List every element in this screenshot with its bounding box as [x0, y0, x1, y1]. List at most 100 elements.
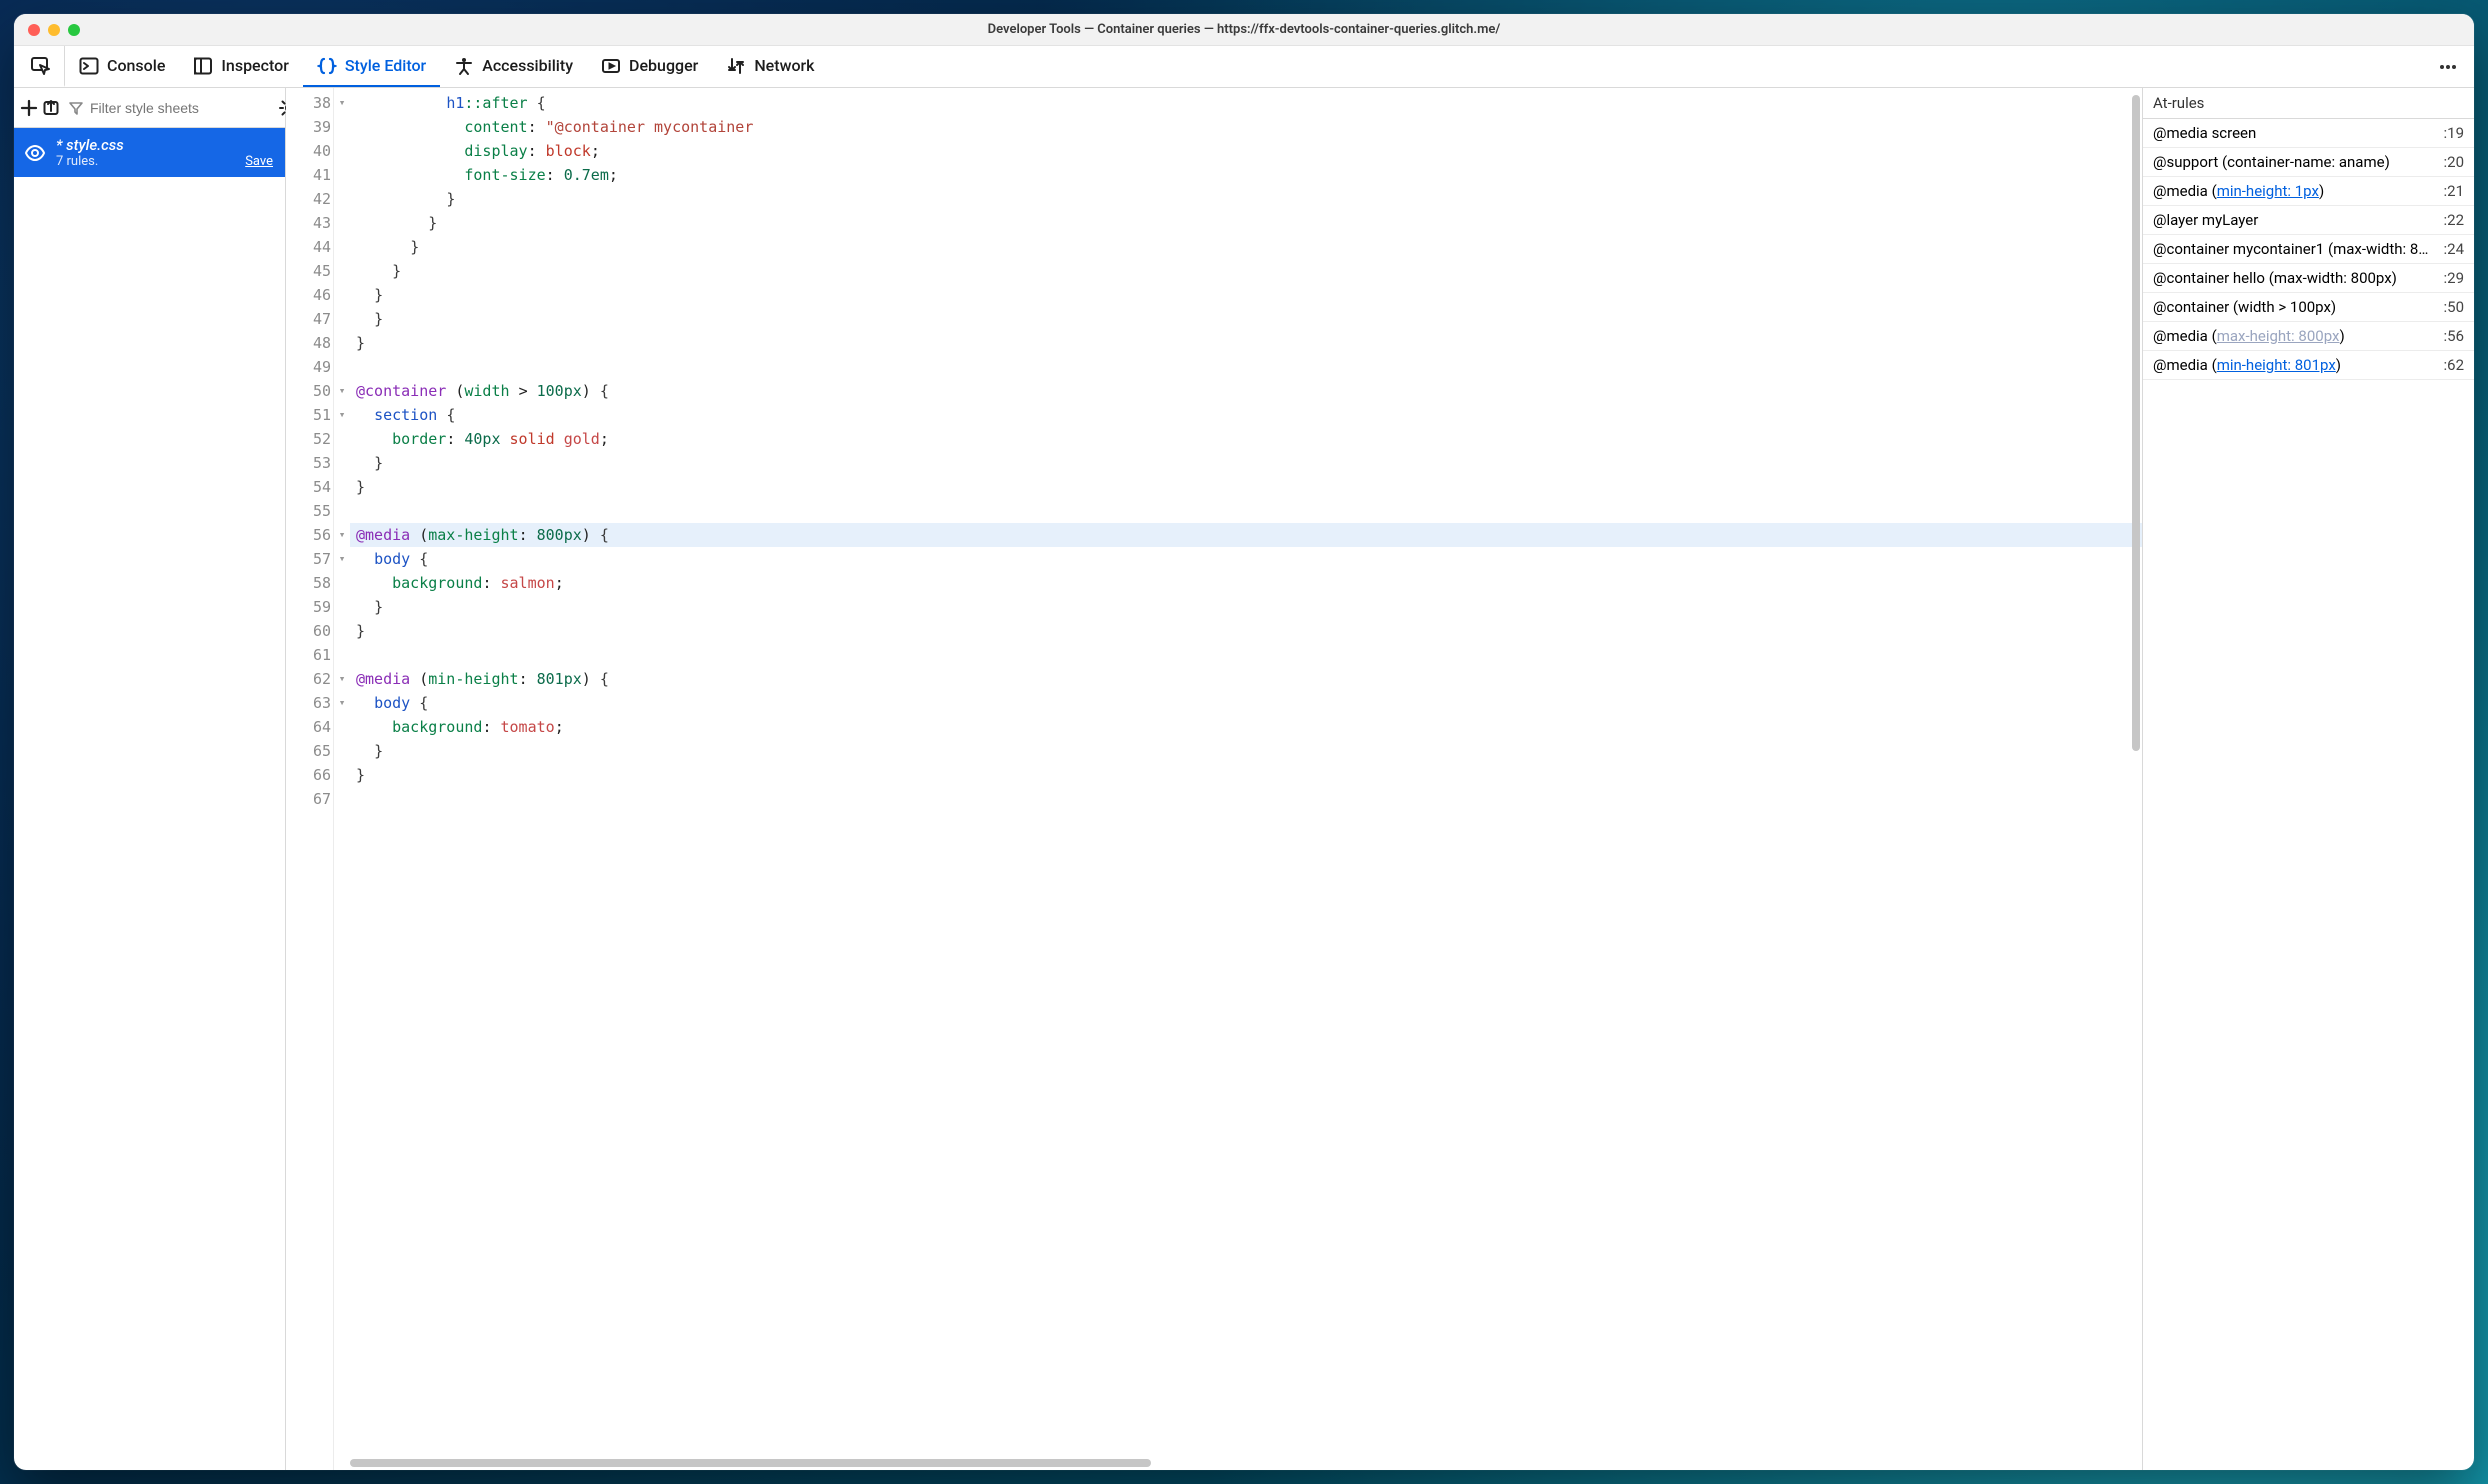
code-line[interactable]: body {	[356, 547, 2142, 571]
media-query-link[interactable]: min-height: 801px	[2217, 356, 2336, 374]
media-query-link[interactable]: max-height: 800px	[2217, 327, 2340, 345]
code-line[interactable]: display: block;	[356, 139, 2142, 163]
code-line[interactable]: background: tomato;	[356, 715, 2142, 739]
at-rule-row[interactable]: @media (min-height: 1px) :21	[2143, 177, 2474, 206]
filter-icon	[68, 100, 84, 116]
code-line[interactable]	[356, 787, 2142, 811]
code-line[interactable]: content: "@container mycontainer	[356, 115, 2142, 139]
at-rule-text: @support (container-name: aname)	[2153, 153, 2434, 171]
at-rule-line: :29	[2444, 269, 2465, 287]
code-line[interactable]: }	[356, 331, 2142, 355]
fold-gutter[interactable]: ▾▾▾▾▾▾▾	[334, 88, 350, 1470]
at-rule-text: @media (min-height: 1px)	[2153, 182, 2434, 200]
at-rule-text: @container hello (max-width: 800px)	[2153, 269, 2434, 287]
tab-label: Console	[107, 56, 165, 75]
save-link[interactable]: Save	[245, 154, 273, 169]
code-line[interactable]	[356, 355, 2142, 379]
network-icon	[726, 56, 746, 76]
code-line[interactable]: }	[356, 595, 2142, 619]
tab-style-editor[interactable]: Style Editor	[303, 46, 440, 87]
code-line[interactable]: background: salmon;	[356, 571, 2142, 595]
at-rule-text: @media (min-height: 801px)	[2153, 356, 2434, 374]
overflow-menu-button[interactable]	[2426, 46, 2470, 87]
at-rules-list: @media screen :19 @support (container-name…	[2143, 119, 2474, 1470]
stylesheets-sidebar: * style.css 7 rules. Save	[14, 88, 286, 1470]
code-line[interactable]: }	[356, 259, 2142, 283]
at-rule-line: :20	[2444, 153, 2465, 171]
code-line[interactable]	[356, 499, 2142, 523]
code-line[interactable]: font-size: 0.7em;	[356, 163, 2142, 187]
code-line[interactable]: }	[356, 307, 2142, 331]
code-line[interactable]: }	[356, 235, 2142, 259]
filter-input[interactable]	[90, 100, 271, 116]
at-rule-line: :62	[2444, 356, 2465, 374]
tab-label: Accessibility	[482, 56, 573, 75]
devtools-window: Developer Tools — Container queries — ht…	[14, 14, 2474, 1470]
media-query-link[interactable]: min-height: 1px	[2217, 182, 2319, 200]
stylesheet-rule-count: 7 rules.	[56, 154, 98, 169]
code-line[interactable]: section {	[356, 403, 2142, 427]
visibility-toggle[interactable]	[24, 142, 46, 164]
devtools-tabs: Console Inspector Style Editor	[14, 46, 2474, 88]
code-line[interactable]: }	[356, 283, 2142, 307]
import-stylesheet-button[interactable]	[42, 93, 60, 123]
tab-inspector[interactable]: Inspector	[179, 46, 302, 87]
code-line[interactable]: }	[356, 619, 2142, 643]
tab-accessibility[interactable]: Accessibility	[440, 46, 587, 87]
tab-label: Debugger	[629, 56, 698, 75]
node-picker-button[interactable]	[18, 46, 65, 87]
at-rule-line: :19	[2444, 124, 2465, 142]
code-content[interactable]: h1::after { content: "@container myconta…	[350, 88, 2142, 1470]
stylesheet-item[interactable]: * style.css 7 rules. Save	[14, 128, 285, 177]
code-line[interactable]: }	[356, 451, 2142, 475]
at-rule-row[interactable]: @media (max-height: 800px) :56	[2143, 322, 2474, 351]
plus-icon	[20, 99, 38, 117]
at-rule-row[interactable]: @layer myLayer:22	[2143, 206, 2474, 235]
at-rule-row[interactable]: @container hello (max-width: 800px) :29	[2143, 264, 2474, 293]
at-rule-row[interactable]: @container (width > 100px):50	[2143, 293, 2474, 322]
at-rule-row[interactable]: @support (container-name: aname) :20	[2143, 148, 2474, 177]
code-line[interactable]: }	[356, 187, 2142, 211]
editor-horizontal-scrollbar[interactable]	[350, 1458, 2130, 1468]
code-line[interactable]: }	[356, 211, 2142, 235]
tab-console[interactable]: Console	[65, 46, 179, 87]
code-line[interactable]	[356, 643, 2142, 667]
eye-icon	[24, 142, 46, 164]
code-line[interactable]: body {	[356, 691, 2142, 715]
tab-label: Network	[754, 56, 814, 75]
at-rules-title: At-rules	[2143, 88, 2474, 119]
at-rule-row[interactable]: @media screen :19	[2143, 119, 2474, 148]
at-rule-line: :56	[2444, 327, 2465, 345]
at-rule-text: @media (max-height: 800px)	[2153, 327, 2434, 345]
code-line[interactable]: @media (min-height: 801px) {	[356, 667, 2142, 691]
code-line[interactable]: @container (width > 100px) {	[356, 379, 2142, 403]
window-titlebar: Developer Tools — Container queries — ht…	[14, 14, 2474, 46]
pointer-icon	[30, 55, 52, 77]
code-line[interactable]: }	[356, 475, 2142, 499]
tab-debugger[interactable]: Debugger	[587, 46, 712, 87]
stylesheet-name: * style.css	[56, 136, 273, 154]
code-line[interactable]: }	[356, 739, 2142, 763]
sidebar-toolbar	[14, 88, 285, 128]
tab-label: Style Editor	[345, 56, 426, 75]
code-line[interactable]: border: 40px solid gold;	[356, 427, 2142, 451]
at-rule-line: :24	[2444, 240, 2465, 258]
code-line[interactable]: }	[356, 763, 2142, 787]
new-stylesheet-button[interactable]	[20, 93, 38, 123]
tab-network[interactable]: Network	[712, 46, 828, 87]
at-rule-text: @container mycontainer1 (max-width: 800p…	[2153, 240, 2434, 258]
at-rule-text: @media screen	[2153, 124, 2434, 142]
code-editor[interactable]: 3839404142434445464748495051525354555657…	[286, 88, 2142, 1470]
meatballs-icon	[2437, 56, 2459, 78]
import-icon	[42, 99, 60, 117]
at-rule-line: :21	[2444, 182, 2465, 200]
debugger-icon	[601, 56, 621, 76]
at-rule-text: @layer myLayer	[2153, 211, 2434, 229]
at-rule-row[interactable]: @container mycontainer1 (max-width: 800p…	[2143, 235, 2474, 264]
editor-vertical-scrollbar[interactable]	[2130, 88, 2142, 1456]
at-rule-row[interactable]: @media (min-height: 801px) :62	[2143, 351, 2474, 380]
code-line[interactable]: @media (max-height: 800px) {	[350, 523, 2142, 547]
inspector-icon	[193, 56, 213, 76]
accessibility-icon	[454, 56, 474, 76]
code-line[interactable]: h1::after {	[356, 91, 2142, 115]
